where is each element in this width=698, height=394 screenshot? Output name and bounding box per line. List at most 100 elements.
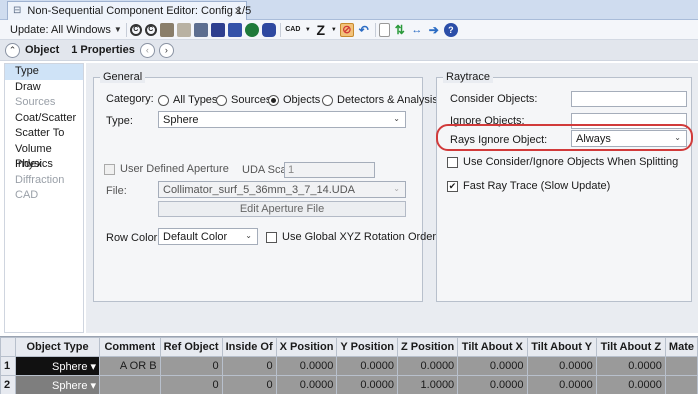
table-cell[interactable]: A OR B [99,356,161,376]
uda-scale-input[interactable]: 1 [284,162,375,178]
checkbox-icon [447,156,458,168]
nav-item-coat-scatter[interactable]: Coat/Scatter [5,111,83,127]
column-header[interactable]: Object Type [14,337,101,357]
ignore-icon[interactable]: ⊘ [339,22,354,37]
undo-icon[interactable]: ↶ [357,23,371,37]
splitting-label: Use Consider/Ignore Objects When Splitti… [463,156,679,168]
nav-item-draw[interactable]: Draw [5,80,83,96]
zemax-z-icon[interactable]: Z [314,22,328,38]
refresh-all-icon[interactable]: C [144,23,157,36]
refresh-icon[interactable]: C [129,23,142,36]
grid-view-icon[interactable] [227,22,242,37]
object-group-icon[interactable] [244,22,259,37]
table-row[interactable]: 1 Sphere ▾ A OR B 0 0 0.0000 0.0000 0.0000 0.000… [0,356,698,376]
row-color-label: Row Color: [106,232,161,244]
table-cell[interactable]: Sphere ▾ [14,356,101,376]
category-label: Category: [106,93,154,105]
file-select[interactable]: Collimator_surf_5_36mm_3_7_14.UDA ⌄ [158,181,406,198]
table-cell[interactable]: 0 [159,356,223,376]
cad-icon[interactable]: CAD [284,23,302,37]
column-header[interactable]: Y Position [336,337,399,357]
pin-icon[interactable]: ⊟ [13,5,21,17]
update-dropdown[interactable]: Update: All Windows ▼ [10,24,122,36]
column-header[interactable]: X Position [275,337,338,357]
consider-objects-row: Consider Objects: [450,93,537,105]
table-cell[interactable]: 0.0000 [336,356,399,376]
column-header[interactable]: Z Position [397,337,459,357]
table-row[interactable]: 2 Sphere ▾ 0 0 0.0000 0.0000 1.0000 0.0000 0.000… [0,375,698,394]
table-cell[interactable]: 0.0000 [275,375,338,394]
cad-chevron-icon[interactable]: ▼ [305,23,311,37]
table-cell[interactable]: Sphere ▾ [14,375,101,394]
z-chevron-icon[interactable]: ▼ [331,23,337,37]
table-cell[interactable]: 0.0000 [595,356,666,376]
column-header[interactable]: Inside Of [221,337,277,357]
table-cell[interactable]: 0.0000 [457,375,528,394]
property-nav: Type Draw Sources Coat/Scatter Scatter To Vol… [4,63,84,333]
table-cell[interactable]: 0 [221,375,277,394]
column-header[interactable]: Ref Object [159,337,223,357]
collapse-icon[interactable]: ⌃ [5,42,20,58]
chevron-down-icon: ▼ [113,25,122,34]
table-cell[interactable] [99,375,161,394]
type-select[interactable]: Sphere ⌄ [158,111,406,128]
table-cell[interactable]: 0.0000 [275,356,338,376]
swap-icon[interactable]: ⇅ [393,23,407,37]
consider-objects-label: Consider Objects: [450,93,538,105]
raytrace-title: Raytrace [443,71,494,83]
table-cell[interactable] [664,356,698,376]
table-cell[interactable]: 1.0000 [397,375,459,394]
arrow-right-icon[interactable]: ➔ [427,23,441,37]
table-cell[interactable]: 0.0000 [397,356,459,376]
expand-icon[interactable]: ↔ [410,23,424,37]
table-cell[interactable]: 0.0000 [526,375,597,394]
user-defined-aperture-checkbox[interactable]: User Defined Aperture [104,163,229,175]
editor-tab[interactable]: ⊟ Non-Sequential Component Editor: Confi… [7,1,251,20]
table-cell[interactable]: 0 [159,375,223,394]
toolbar-separator [279,22,281,37]
object-grid: Object Type Comment Ref Object Inside Of X P… [0,336,698,394]
column-header[interactable]: Tilt About X [457,337,528,357]
column-header[interactable]: Mate [664,337,698,357]
close-icon[interactable]: × [234,3,242,18]
nav-item-type[interactable]: Type [5,64,83,80]
table-cell[interactable]: 0 [221,356,277,376]
category-option-detectors[interactable]: Detectors & Analysis [322,94,438,106]
category-option-sources[interactable]: Sources [216,94,271,106]
shaded-model-icon[interactable] [176,22,191,37]
fast-ray-trace-checkbox[interactable]: ✔ Fast Ray Trace (Slow Update) [447,180,610,192]
type-row: Type: [106,115,133,127]
document-icon[interactable] [378,22,390,37]
hexagon-icon[interactable] [261,22,276,37]
radio-icon [322,94,333,106]
table-cell[interactable]: 0.0000 [336,375,399,394]
nav-item-cad: CAD [15,189,39,201]
chevron-down-icon[interactable]: ▾ [87,380,97,392]
nav-item-volume-physics[interactable]: Volume Physics [5,142,83,171]
next-icon[interactable]: › [158,42,174,58]
column-header[interactable]: Tilt About Y [526,337,597,357]
column-header[interactable]: Comment [99,337,161,357]
help-icon[interactable]: ? [443,22,458,37]
object-type-value: Sphere [51,360,88,373]
table-cell[interactable] [664,375,698,394]
row-color-select[interactable]: Default Color ⌄ [158,228,258,245]
edit-aperture-button[interactable]: Edit Aperture File [158,201,406,217]
table-cell[interactable]: 0.0000 [526,356,597,376]
splitting-checkbox[interactable]: Use Consider/Ignore Objects When Splitti… [447,156,678,168]
layout-icon[interactable] [159,22,174,37]
column-header[interactable]: Tilt About Z [595,337,666,357]
table-cell[interactable]: 0.0000 [457,356,528,376]
solid-model-icon[interactable] [210,22,225,37]
table-cell[interactable]: 0.0000 [595,375,666,394]
nav-item-scatter-to[interactable]: Scatter To [5,126,83,142]
consider-objects-input[interactable] [571,91,687,107]
previous-icon[interactable]: ‹ [139,42,155,58]
column-header[interactable] [0,337,16,357]
category-option-all-types[interactable]: All Types [158,94,217,106]
global-xyz-checkbox[interactable]: Use Global XYZ Rotation Order [266,231,436,243]
toolbar-separator [374,22,376,37]
category-option-objects[interactable]: Objects [268,94,320,106]
chevron-down-icon[interactable]: ▾ [87,361,97,373]
cube-icon[interactable] [193,22,208,37]
